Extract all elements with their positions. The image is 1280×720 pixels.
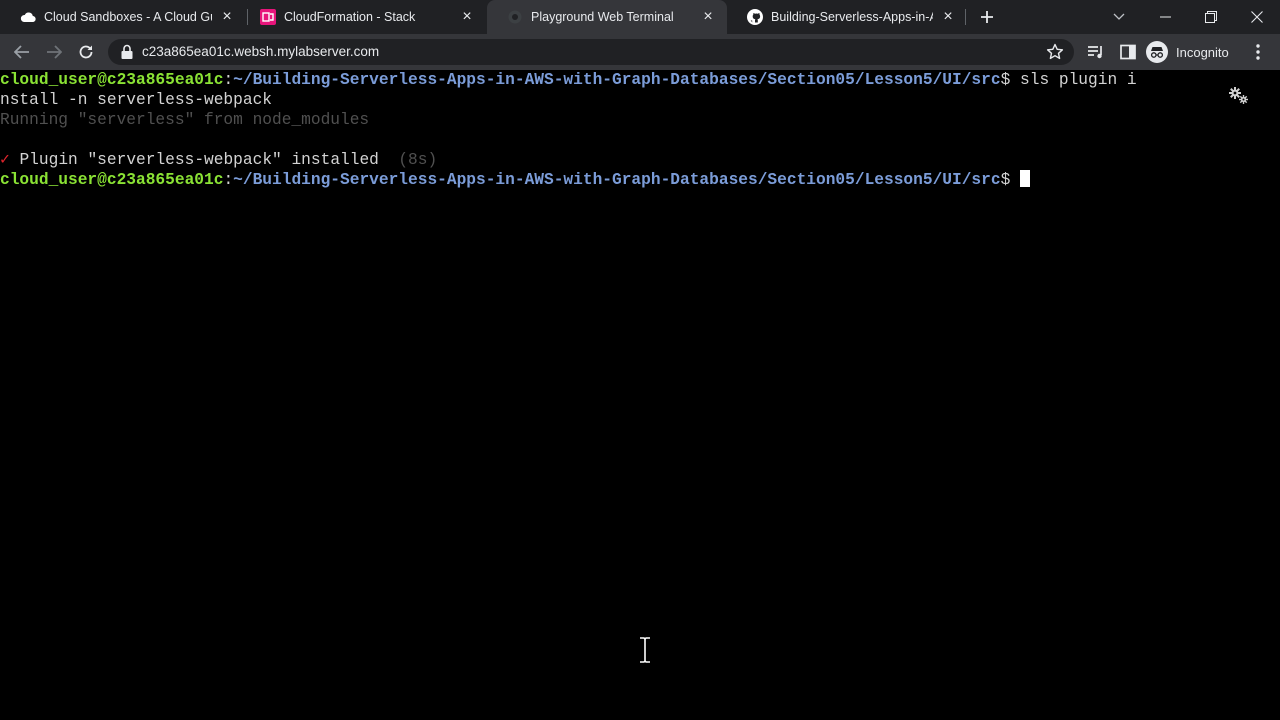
cloud-icon bbox=[20, 9, 36, 25]
terminal-line-command-wrap: nstall -n serverless-webpack bbox=[0, 91, 272, 109]
restore-icon bbox=[1205, 11, 1217, 23]
close-tab-icon[interactable]: × bbox=[939, 8, 957, 26]
command-text: sls plugin i bbox=[1020, 71, 1137, 89]
incognito-icon bbox=[1146, 41, 1168, 63]
terminal-icon bbox=[507, 9, 523, 25]
tab-search-button[interactable] bbox=[1096, 0, 1142, 34]
back-button[interactable] bbox=[8, 38, 36, 66]
minimize-button[interactable] bbox=[1142, 0, 1188, 34]
incognito-badge[interactable]: Incognito bbox=[1146, 38, 1229, 66]
install-duration: (8s) bbox=[398, 151, 438, 169]
terminal-line-prompt: cloud_user@c23a865ea01c:~/Building-Serve… bbox=[0, 170, 1031, 190]
bookmark-star-icon[interactable] bbox=[1046, 43, 1064, 61]
address-bar[interactable]: c23a865ea01c.websh.mylabserver.com bbox=[108, 39, 1074, 65]
forward-arrow-icon bbox=[47, 45, 62, 59]
tab-title: Cloud Sandboxes - A Cloud Guru bbox=[44, 10, 212, 24]
terminal-line-running: Running "serverless" from node_modules bbox=[0, 111, 370, 129]
checkmark-icon: ✓ bbox=[0, 151, 10, 169]
browser-toolbar: c23a865ea01c.websh.mylabserver.com Incog… bbox=[0, 34, 1280, 70]
close-icon bbox=[1251, 11, 1263, 23]
new-tab-button[interactable] bbox=[976, 6, 998, 28]
settings-gear-icon[interactable] bbox=[1228, 86, 1250, 106]
reload-icon bbox=[79, 45, 93, 59]
github-icon bbox=[747, 9, 763, 25]
tab-title: Playground Web Terminal bbox=[531, 10, 674, 24]
chevron-down-icon bbox=[1113, 13, 1125, 20]
restore-button[interactable] bbox=[1188, 0, 1234, 34]
media-queue-icon bbox=[1088, 46, 1102, 59]
prompt-path: ~/Building-Serverless-Apps-in-AWS-with-G… bbox=[233, 171, 1001, 189]
cloudformation-icon bbox=[260, 9, 276, 25]
tab-cloud-sandboxes[interactable]: Cloud Sandboxes - A Cloud Guru × bbox=[0, 0, 246, 34]
incognito-label: Incognito bbox=[1176, 44, 1229, 60]
terminal-viewport[interactable]: cloud_user@c23a865ea01c:~/Building-Serve… bbox=[0, 70, 1280, 720]
reading-list-button[interactable] bbox=[1082, 38, 1110, 66]
close-tab-icon[interactable]: × bbox=[218, 8, 236, 26]
installed-message: Plugin "serverless-webpack" installed bbox=[9, 151, 399, 169]
prompt-symbol: $ bbox=[1000, 171, 1021, 189]
terminal-cursor bbox=[1020, 170, 1031, 187]
tab-title: Building-Serverless-Apps-in-AWS bbox=[771, 10, 933, 24]
tab-divider bbox=[965, 9, 966, 25]
tab-cloudformation[interactable]: CloudFormation - Stack × bbox=[240, 0, 486, 34]
prompt-user-host: cloud_user@c23a865ea01c bbox=[0, 171, 224, 189]
text-cursor-ibeam-icon bbox=[640, 637, 650, 663]
lock-icon[interactable] bbox=[120, 44, 134, 60]
tab-github-repo[interactable]: Building-Serverless-Apps-in-AWS × bbox=[727, 0, 967, 34]
url-text[interactable]: c23a865ea01c.websh.mylabserver.com bbox=[142, 44, 379, 59]
prompt-user-host: cloud_user@c23a865ea01c bbox=[0, 71, 224, 89]
close-tab-icon[interactable]: × bbox=[699, 8, 717, 26]
tab-strip: Cloud Sandboxes - A Cloud Guru × CloudFo… bbox=[0, 0, 1280, 34]
tab-playground-web-terminal[interactable]: Playground Web Terminal × bbox=[487, 0, 727, 34]
prompt-symbol: $ bbox=[1000, 71, 1021, 89]
side-panel-icon bbox=[1120, 44, 1136, 60]
close-tab-icon[interactable]: × bbox=[458, 8, 476, 26]
minimize-icon bbox=[1159, 16, 1171, 18]
plus-icon bbox=[981, 11, 993, 23]
terminal-line-installed: ✓ Plugin "serverless-webpack" installed … bbox=[0, 150, 437, 170]
terminal-line-command: cloud_user@c23a865ea01c:~/Building-Serve… bbox=[0, 70, 1137, 90]
prompt-colon: : bbox=[223, 171, 234, 189]
forward-button[interactable] bbox=[40, 38, 68, 66]
prompt-path: ~/Building-Serverless-Apps-in-AWS-with-G… bbox=[233, 71, 1001, 89]
prompt-colon: : bbox=[223, 71, 234, 89]
back-arrow-icon bbox=[14, 45, 29, 59]
reload-button[interactable] bbox=[72, 38, 100, 66]
side-panel-button[interactable] bbox=[1114, 38, 1142, 66]
tab-title: CloudFormation - Stack bbox=[284, 10, 416, 24]
browser-menu-button[interactable] bbox=[1244, 38, 1272, 66]
kebab-menu-icon bbox=[1256, 44, 1260, 60]
close-window-button[interactable] bbox=[1234, 0, 1280, 34]
